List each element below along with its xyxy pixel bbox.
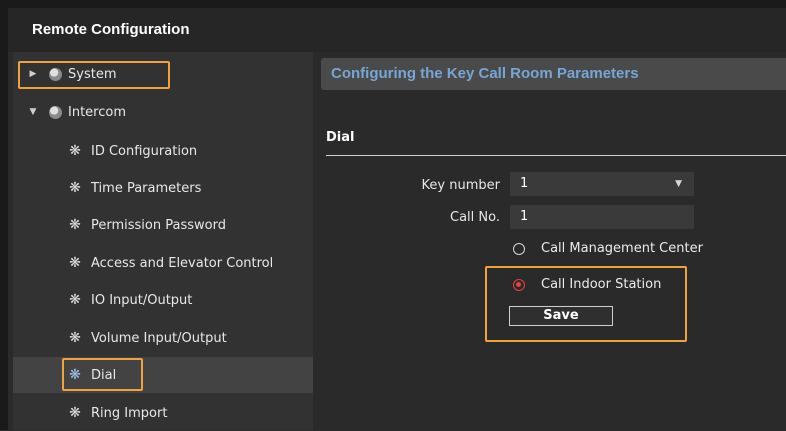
key-number-value: 1: [520, 176, 529, 191]
key-number-label: Key number: [421, 178, 500, 193]
sidebar-item-intercom[interactable]: ▼ Intercom: [13, 94, 327, 130]
globe-icon: [49, 105, 62, 119]
chevron-down-icon: ▼: [675, 179, 682, 189]
window-title: Remote Configuration: [8, 8, 786, 52]
window-frame-left: [0, 0, 8, 430]
sidebar-item-label: Access and Elevator Control: [91, 255, 274, 271]
sidebar-tree: ▶ System ▼ Intercom ❋ ID Configuration ❋…: [13, 52, 367, 430]
call-no-value: 1: [520, 209, 529, 224]
section-divider: [326, 155, 786, 156]
collapse-arrow-icon[interactable]: ▼: [27, 107, 39, 117]
gear-icon: ❋: [69, 217, 81, 233]
highlight-box-dial: [62, 358, 143, 391]
key-number-select[interactable]: 1 ▼: [510, 172, 694, 196]
gear-icon: ❋: [69, 255, 81, 271]
gear-icon: ❋: [69, 180, 81, 196]
radio-button-icon[interactable]: [513, 242, 525, 255]
page-title: Configuring the Key Call Room Parameters: [321, 58, 786, 90]
call-no-label: Call No.: [450, 210, 500, 225]
sidebar-item-label: IO Input/Output: [91, 292, 193, 308]
sidebar-item-label: Intercom: [68, 104, 126, 120]
sidebar-item-label: ID Configuration: [91, 143, 198, 159]
gear-icon: ❋: [69, 330, 81, 346]
section-title: Dial: [326, 130, 355, 145]
save-button[interactable]: Save: [509, 306, 613, 326]
radio-call-indoor-station[interactable]: Call Indoor Station: [513, 277, 661, 292]
radio-label: Call Indoor Station: [541, 277, 662, 292]
sidebar-item-label: Volume Input/Output: [91, 330, 227, 346]
gear-icon: ❋: [69, 405, 81, 421]
highlight-box-system: [18, 61, 170, 89]
radio-call-management-center[interactable]: Call Management Center: [513, 241, 703, 256]
gear-icon: ❋: [69, 143, 81, 159]
radio-label: Call Management Center: [541, 241, 703, 256]
call-no-input[interactable]: 1: [510, 205, 694, 229]
sidebar-item-label: Ring Import: [91, 405, 168, 421]
gear-icon: ❋: [69, 292, 81, 308]
window-frame-top: [0, 0, 786, 8]
sidebar-item-label: Time Parameters: [91, 180, 202, 196]
main-content: Configuring the Key Call Room Parameters…: [313, 52, 786, 430]
radio-button-selected-icon[interactable]: [513, 278, 525, 291]
sidebar-item-label: Permission Password: [91, 217, 226, 233]
